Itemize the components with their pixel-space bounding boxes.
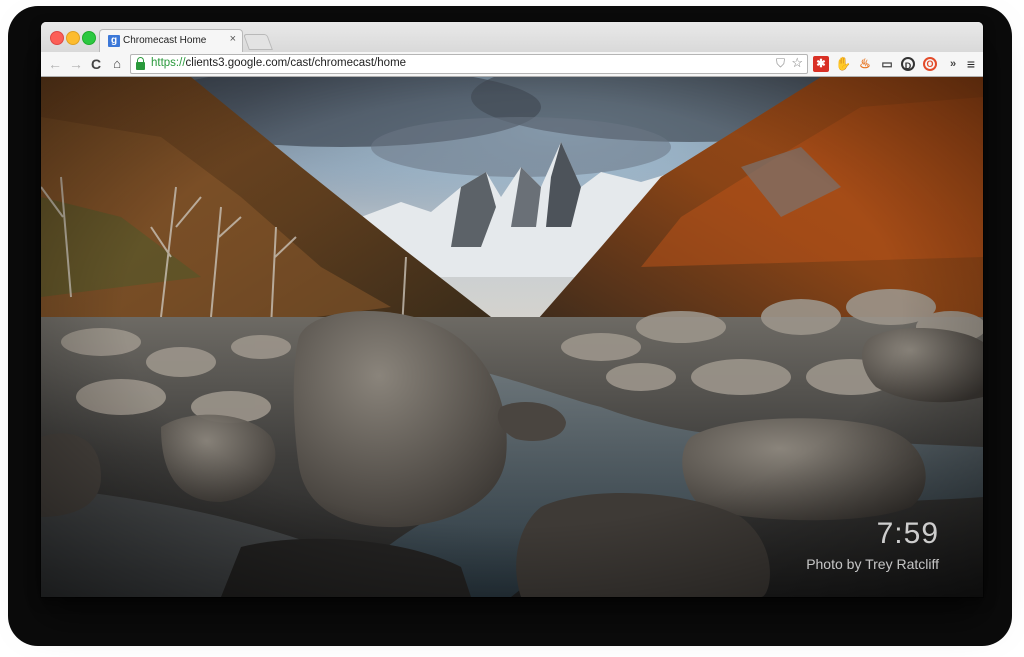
minimize-window-button[interactable] bbox=[66, 31, 80, 45]
zoom-window-button[interactable] bbox=[82, 31, 96, 45]
shield-icon[interactable]: ⛉ bbox=[776, 56, 785, 71]
bookmark-star-icon[interactable]: ☆ bbox=[791, 55, 803, 71]
back-arrow-icon[interactable]: ← bbox=[46, 55, 64, 73]
home-icon[interactable]: ⌂ bbox=[108, 55, 126, 73]
address-bar[interactable]: https://clients3.google.com/cast/chromec… bbox=[130, 54, 808, 74]
reload-icon[interactable]: C bbox=[87, 55, 105, 73]
new-tab-button[interactable] bbox=[243, 34, 273, 50]
browser-window: g Chromecast Home × ← → C ⌂ https://clie… bbox=[41, 22, 983, 597]
tab-chromecast-home[interactable]: g Chromecast Home × bbox=[99, 29, 243, 53]
url-scheme: https:// bbox=[151, 57, 186, 69]
forward-arrow-icon[interactable]: → bbox=[67, 55, 85, 73]
lock-icon bbox=[136, 57, 145, 70]
tab-title: Chromecast Home bbox=[123, 35, 207, 46]
tab-close-icon[interactable]: × bbox=[230, 33, 236, 45]
url-path: clients3.google.com/cast/chromecast/home bbox=[185, 57, 407, 69]
browser-toolbar: ← → C ⌂ https://clients3.google.com/cast… bbox=[41, 52, 983, 77]
page-content: 7:59 Photo by Trey Ratcliff bbox=[41, 77, 983, 597]
background-landscape-photo bbox=[41, 77, 983, 597]
chrome-menu-icon[interactable]: ≡ bbox=[963, 56, 979, 72]
tab-strip: g Chromecast Home × bbox=[41, 22, 983, 53]
google-favicon-icon: g bbox=[108, 35, 120, 47]
photo-credit: Photo by Trey Ratcliff bbox=[806, 556, 939, 572]
extension-o-icon[interactable]: O bbox=[923, 57, 937, 71]
extension-flame-icon[interactable]: ♨ bbox=[857, 56, 873, 72]
cast-icon[interactable]: ▭ bbox=[879, 56, 895, 72]
extension-hand-icon[interactable]: ✋ bbox=[835, 56, 851, 72]
close-window-button[interactable] bbox=[50, 31, 64, 45]
url-text[interactable]: https://clients3.google.com/cast/chromec… bbox=[151, 57, 406, 69]
clock-time: 7:59 bbox=[876, 517, 939, 550]
extension-d-icon[interactable]: D bbox=[901, 57, 915, 71]
more-extensions-icon[interactable]: » bbox=[945, 56, 961, 72]
extension-red-icon[interactable]: ✱ bbox=[813, 56, 829, 72]
